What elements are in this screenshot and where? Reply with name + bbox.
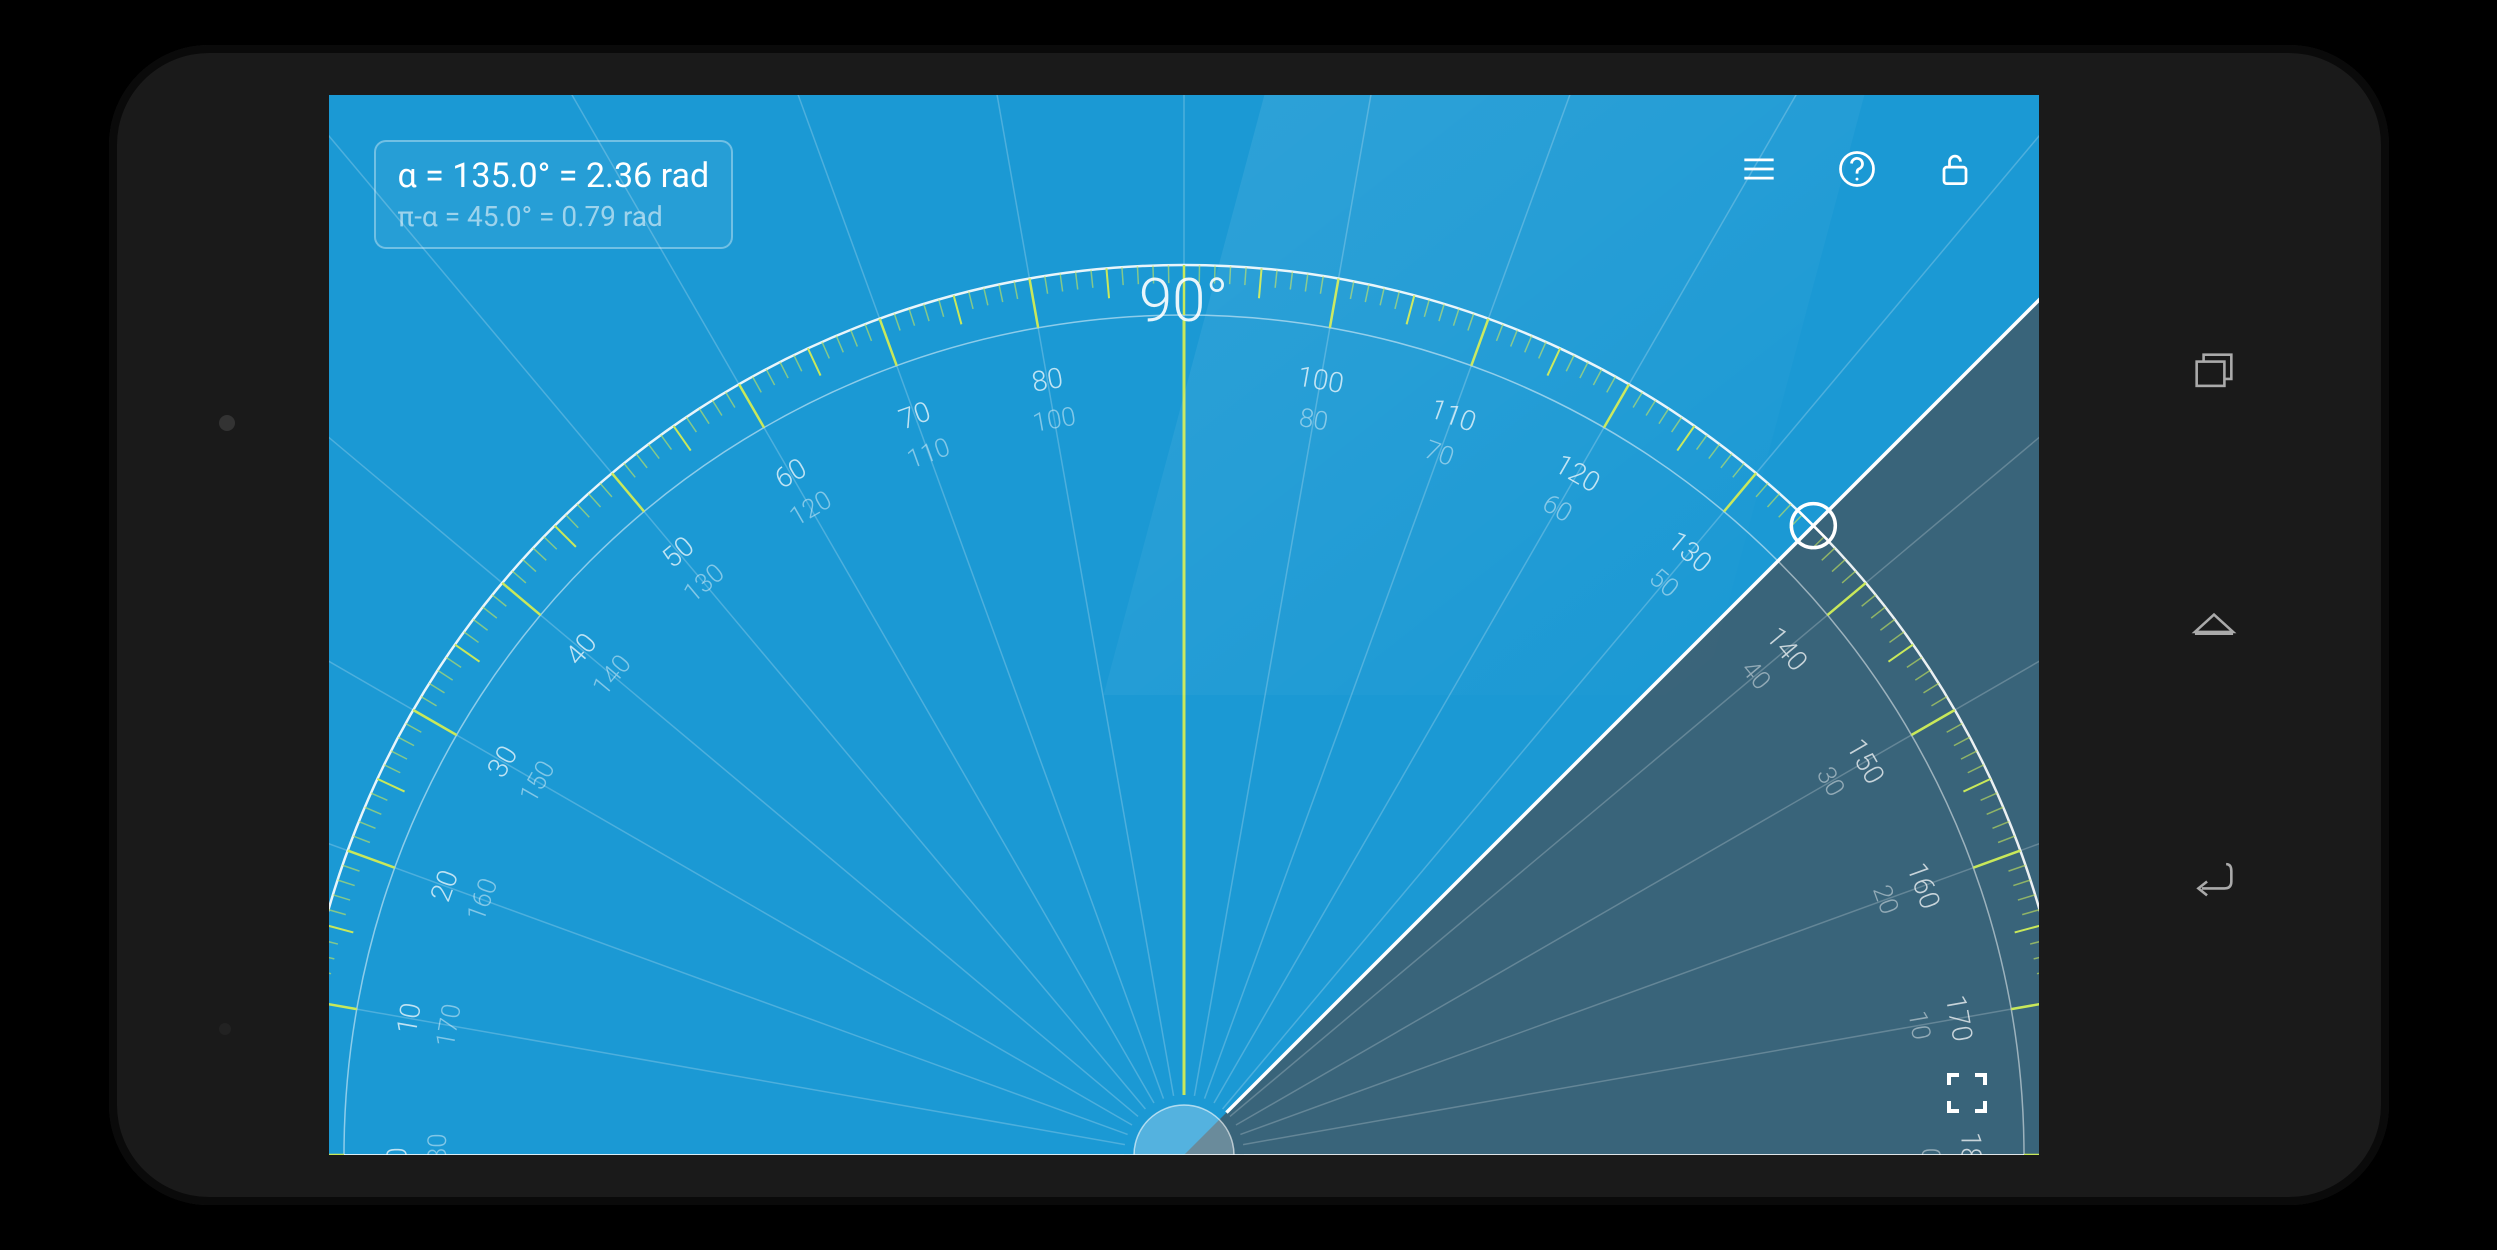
svg-text:0: 0 [1915, 1148, 1945, 1155]
angle-readout-box[interactable]: α = 135.0° = 2.36 rad π-α = 45.0° = 0.79… [374, 140, 734, 249]
toolbar [1735, 145, 1979, 193]
svg-text:180: 180 [422, 1133, 452, 1155]
help-icon[interactable] [1833, 145, 1881, 193]
recent-apps-icon[interactable] [2184, 342, 2244, 402]
camera-dot [219, 1023, 231, 1035]
svg-text:20: 20 [1866, 881, 1904, 918]
svg-text:0: 0 [380, 1147, 413, 1155]
svg-text:70: 70 [1420, 435, 1457, 473]
left-bezel [109, 45, 329, 1205]
svg-text:80: 80 [1029, 361, 1065, 399]
svg-text:80: 80 [1296, 403, 1330, 438]
svg-text:10: 10 [1901, 1009, 1936, 1043]
lock-icon[interactable] [1931, 145, 1979, 193]
right-bezel [2039, 45, 2389, 1205]
svg-text:150: 150 [514, 756, 562, 808]
protractor-canvas[interactable]: 0180101702016030150401405013060120701108… [329, 95, 2039, 1155]
svg-text:20: 20 [423, 866, 465, 906]
home-icon[interactable] [2184, 595, 2244, 655]
svg-text:130: 130 [1661, 524, 1718, 579]
svg-text:50: 50 [1642, 563, 1683, 605]
svg-text:60: 60 [768, 451, 811, 495]
svg-text:140: 140 [1759, 621, 1814, 678]
speaker-dot [219, 415, 235, 431]
svg-text:140: 140 [587, 649, 638, 701]
svg-text:60: 60 [1537, 489, 1577, 529]
svg-text:130: 130 [678, 558, 730, 609]
angle-primary: α = 135.0° = 2.36 rad [398, 156, 710, 196]
svg-text:30: 30 [480, 740, 524, 783]
angle-handle[interactable] [1791, 504, 1835, 548]
svg-text:70: 70 [894, 395, 934, 437]
angle-secondary: π-α = 45.0° = 0.79 rad [398, 200, 710, 233]
app-screen[interactable]: α = 135.0° = 2.36 rad π-α = 45.0° = 0.79… [329, 95, 2039, 1155]
svg-text:120: 120 [784, 485, 836, 533]
svg-text:30: 30 [1809, 762, 1849, 802]
svg-text:110: 110 [1425, 392, 1480, 439]
svg-text:40: 40 [558, 627, 603, 672]
back-icon[interactable] [2184, 848, 2244, 908]
svg-text:100: 100 [1030, 402, 1078, 439]
svg-text:120: 120 [1549, 447, 1606, 499]
svg-text:170: 170 [430, 1002, 467, 1050]
svg-text:180: 180 [1954, 1132, 1987, 1155]
phone-frame: α = 135.0° = 2.36 rad π-α = 45.0° = 0.79… [109, 45, 2389, 1205]
fullscreen-icon[interactable] [1945, 1071, 1989, 1115]
svg-text:40: 40 [1734, 655, 1776, 696]
center-angle-label: 90° [1139, 265, 1228, 336]
svg-text:10: 10 [389, 1000, 427, 1036]
svg-text:160: 160 [1900, 858, 1947, 913]
svg-text:50: 50 [655, 529, 700, 574]
svg-text:100: 100 [1294, 360, 1346, 401]
svg-text:160: 160 [461, 874, 504, 925]
svg-text:110: 110 [903, 432, 954, 475]
svg-text:150: 150 [1839, 733, 1891, 790]
svg-text:170: 170 [1938, 993, 1979, 1045]
menu-icon[interactable] [1735, 145, 1783, 193]
